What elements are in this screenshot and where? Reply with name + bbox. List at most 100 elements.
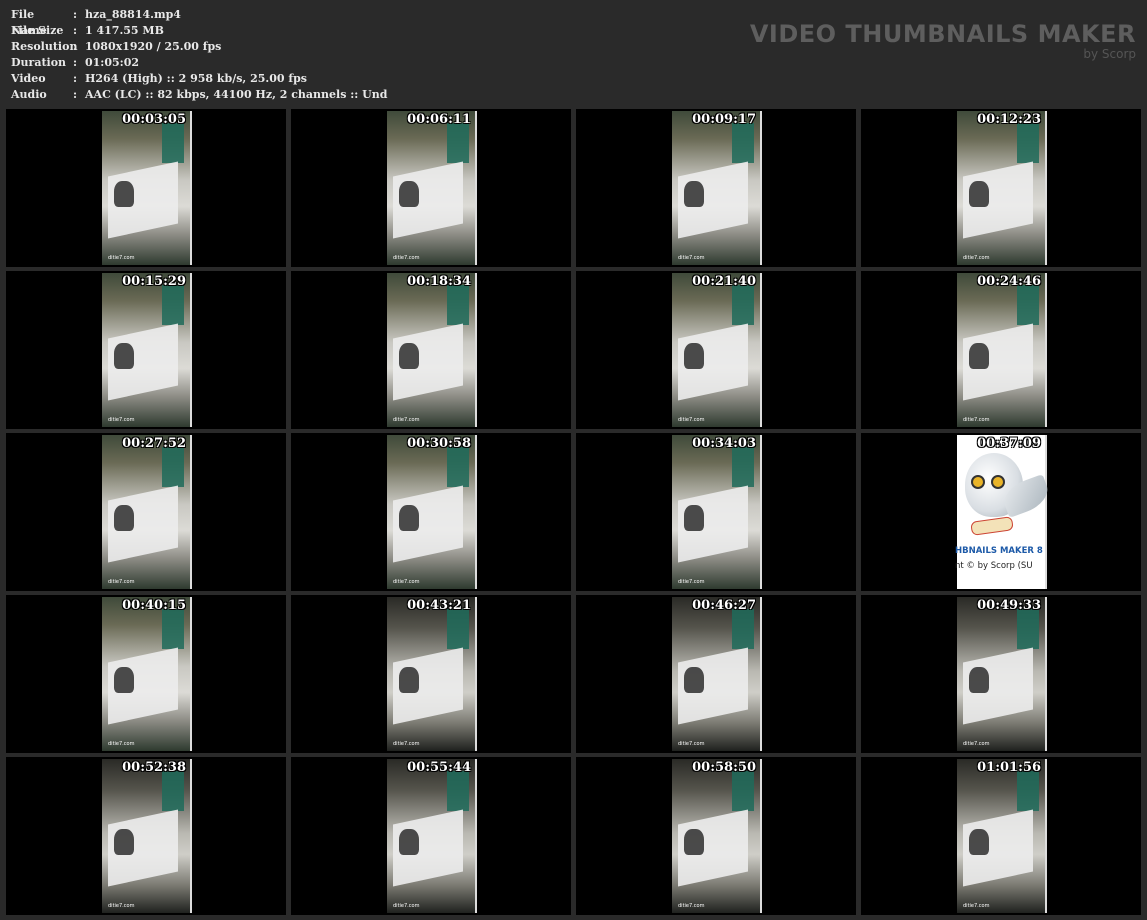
thumbnail-tile[interactable]: ditie7.com 00:40:15 xyxy=(6,595,286,753)
frame-detail xyxy=(399,829,419,855)
frame-watermark: ditie7.com xyxy=(393,417,420,423)
timestamp-label: 00:15:29 xyxy=(122,274,186,289)
frame-detail xyxy=(684,505,704,531)
frame-watermark: ditie7.com xyxy=(108,417,135,423)
frame-detail xyxy=(114,181,134,207)
thumbnail-tile[interactable]: ditie7.com 00:46:27 xyxy=(576,595,856,753)
timestamp-label: 00:30:58 xyxy=(407,436,471,451)
thumbnail-tile[interactable]: ditie7.com 00:58:50 xyxy=(576,757,856,915)
timestamp-label: 00:27:52 xyxy=(122,436,186,451)
thumbnail-tile[interactable]: ditie7.com 00:12:23 xyxy=(861,109,1141,267)
meta-label: File Size xyxy=(11,24,64,37)
meta-value: AAC (LC) :: 82 kbps, 44100 Hz, 2 channel… xyxy=(85,88,388,101)
frame-watermark: ditie7.com xyxy=(393,579,420,585)
frame-detail xyxy=(114,505,134,531)
owl-eye-icon xyxy=(971,475,985,489)
video-frame-image: ditie7.com xyxy=(957,759,1047,913)
thumbnail-tile[interactable]: ditie7.com 00:52:38 xyxy=(6,757,286,915)
frame-watermark: ditie7.com xyxy=(963,255,990,261)
frame-watermark: ditie7.com xyxy=(393,903,420,909)
video-frame-image: ditie7.com xyxy=(672,759,762,913)
meta-colon: : xyxy=(73,40,78,53)
meta-label: Video xyxy=(11,72,46,85)
meta-colon: : xyxy=(73,56,78,69)
thumbnail-tile[interactable]: HBNAILS MAKER 8 nt © by Scorp (SU 00:37:09 xyxy=(861,433,1141,591)
meta-row-file-size: File Size:1 417.55 MB xyxy=(11,23,387,39)
timestamp-label: 00:49:33 xyxy=(977,598,1041,613)
timestamp-label: 00:40:15 xyxy=(122,598,186,613)
video-frame-image: ditie7.com xyxy=(957,273,1047,427)
frame-detail xyxy=(732,771,754,811)
frame-detail xyxy=(114,343,134,369)
frame-watermark: ditie7.com xyxy=(108,903,135,909)
frame-detail xyxy=(447,447,469,487)
video-frame-image: ditie7.com xyxy=(387,759,477,913)
brand-byline: by Scorp xyxy=(1083,47,1136,61)
placeholder-owl-image: HBNAILS MAKER 8 nt © by Scorp (SU xyxy=(955,435,1053,589)
placeholder-text-1: HBNAILS MAKER 8 xyxy=(955,546,1043,556)
video-frame-image: ditie7.com xyxy=(102,273,192,427)
frame-watermark: ditie7.com xyxy=(678,903,705,909)
thumbnail-tile[interactable]: ditie7.com 00:49:33 xyxy=(861,595,1141,753)
frame-detail xyxy=(162,447,184,487)
frame-detail xyxy=(1017,285,1039,325)
timestamp-label: 00:58:50 xyxy=(692,760,756,775)
thumbnail-tile[interactable]: ditie7.com 00:21:40 xyxy=(576,271,856,429)
meta-row-resolution: Resolution:1080x1920 / 25.00 fps xyxy=(11,39,387,55)
meta-row-file-name: File Name: hza_88814.mp4 xyxy=(11,7,387,37)
meta-label: Duration xyxy=(11,56,67,69)
frame-detail xyxy=(162,771,184,811)
thumbnail-tile[interactable]: ditie7.com 00:27:52 xyxy=(6,433,286,591)
meta-label: Resolution xyxy=(11,40,78,53)
meta-colon: : xyxy=(73,88,78,101)
timestamp-label: 00:43:21 xyxy=(407,598,471,613)
video-frame-image: ditie7.com xyxy=(102,435,192,589)
frame-watermark: ditie7.com xyxy=(963,903,990,909)
meta-row-video: Video: H264 (High) :: 2 958 kb/s, 25.00 f… xyxy=(11,71,387,87)
video-frame-image: ditie7.com xyxy=(102,597,192,751)
frame-detail xyxy=(684,343,704,369)
thumbnail-tile[interactable]: ditie7.com 00:09:17 xyxy=(576,109,856,267)
brand-title: VIDEO THUMBNAILS MAKER xyxy=(749,20,1136,48)
video-frame-image: ditie7.com xyxy=(957,597,1047,751)
frame-detail xyxy=(447,285,469,325)
thumbnail-tile[interactable]: ditie7.com 00:24:46 xyxy=(861,271,1141,429)
frame-watermark: ditie7.com xyxy=(963,741,990,747)
video-frame-image: ditie7.com xyxy=(387,435,477,589)
video-frame-image: ditie7.com xyxy=(387,111,477,265)
thumbnail-tile[interactable]: ditie7.com 00:03:05 xyxy=(6,109,286,267)
timestamp-label: 00:46:27 xyxy=(692,598,756,613)
timestamp-label: 00:12:23 xyxy=(977,112,1041,127)
frame-detail xyxy=(447,609,469,649)
thumbnail-grid: ditie7.com 00:03:05 ditie7.com 00:06:11 diti… xyxy=(6,109,1142,917)
frame-watermark: ditie7.com xyxy=(393,255,420,261)
frame-detail xyxy=(162,285,184,325)
timestamp-label: 00:55:44 xyxy=(407,760,471,775)
thumbnail-tile[interactable]: ditie7.com 00:15:29 xyxy=(6,271,286,429)
video-frame-image: ditie7.com xyxy=(957,111,1047,265)
thumbnail-tile[interactable]: ditie7.com 00:34:03 xyxy=(576,433,856,591)
thumbnail-tile[interactable]: ditie7.com 00:06:11 xyxy=(291,109,571,267)
meta-label: File Name xyxy=(11,8,47,37)
scroll-icon xyxy=(970,516,1014,536)
thumbnail-tile[interactable]: ditie7.com 00:30:58 xyxy=(291,433,571,591)
frame-detail xyxy=(684,181,704,207)
video-frame-image: ditie7.com xyxy=(387,597,477,751)
frame-watermark: ditie7.com xyxy=(108,255,135,261)
frame-detail xyxy=(1017,123,1039,163)
video-frame-image: ditie7.com xyxy=(102,759,192,913)
frame-detail xyxy=(399,343,419,369)
thumbnail-tile[interactable]: ditie7.com 00:43:21 xyxy=(291,595,571,753)
thumbnail-tile[interactable]: ditie7.com 00:18:34 xyxy=(291,271,571,429)
frame-watermark: ditie7.com xyxy=(678,579,705,585)
thumbnail-tile[interactable]: ditie7.com 00:55:44 xyxy=(291,757,571,915)
frame-watermark: ditie7.com xyxy=(108,741,135,747)
timestamp-label: 00:18:34 xyxy=(407,274,471,289)
meta-label: Audio xyxy=(11,88,47,101)
header: File Name: hza_88814.mp4 File Size:1 417.… xyxy=(0,0,1147,108)
thumbnail-tile[interactable]: ditie7.com 01:01:56 xyxy=(861,757,1141,915)
video-frame-image: ditie7.com xyxy=(672,273,762,427)
frame-detail xyxy=(399,505,419,531)
frame-detail xyxy=(399,181,419,207)
frame-detail xyxy=(732,447,754,487)
